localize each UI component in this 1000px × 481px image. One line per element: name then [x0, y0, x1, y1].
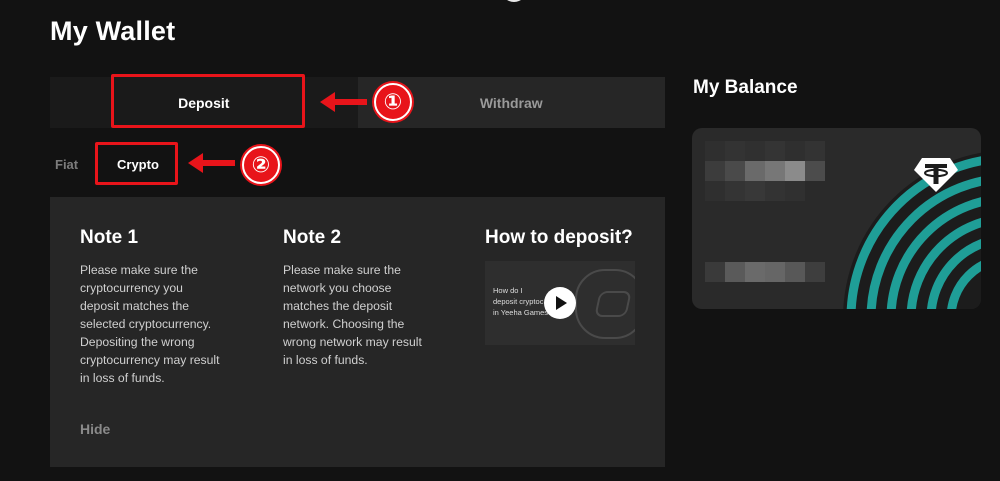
blurred-balance-secondary	[705, 262, 825, 282]
note-2-text: Please make sure the network you choose …	[283, 263, 422, 367]
note-2: Note 2 Please make sure the network you …	[283, 227, 453, 369]
balance-card	[692, 128, 981, 309]
deposit-notes-panel: Note 1 Please make sure the cryptocurren…	[50, 197, 665, 467]
subtab-fiat[interactable]: Fiat	[55, 157, 78, 172]
blurred-balance-amount	[705, 161, 825, 181]
how-to-deposit: How to deposit? How do I deposit cryptoc…	[485, 227, 645, 345]
highlight-box-deposit	[111, 74, 305, 128]
card-decoration	[843, 152, 981, 309]
note-1-title: Note 1	[80, 227, 139, 248]
play-icon[interactable]	[544, 287, 576, 319]
currency-type-subtabs: Fiat Crypto	[50, 145, 159, 183]
page-title: My Wallet	[50, 16, 176, 46]
how-to-deposit-title: How to deposit?	[485, 227, 633, 248]
blurred-balance-amount-lower	[705, 181, 805, 201]
hide-notes-link[interactable]: Hide	[80, 421, 110, 437]
annotation-arrow-1	[320, 92, 367, 112]
annotation-arrow-2	[188, 153, 235, 173]
note-1-text: Please make sure the cryptocurrency you …	[80, 263, 220, 385]
tether-usdt-icon	[914, 158, 958, 192]
blurred-balance-label	[705, 141, 825, 161]
balance-title: My Balance	[693, 77, 798, 98]
note-2-title: Note 2	[283, 227, 342, 248]
profile-avatar-edge	[501, 0, 527, 2]
annotation-badge-2: ②	[242, 146, 280, 184]
highlight-box-crypto	[95, 142, 178, 185]
note-1: Note 1 Please make sure the cryptocurren…	[80, 227, 250, 387]
how-to-deposit-video[interactable]: How do I deposit cryptoc in Yeeha Games	[485, 261, 635, 345]
annotation-badge-1: ①	[374, 83, 412, 121]
